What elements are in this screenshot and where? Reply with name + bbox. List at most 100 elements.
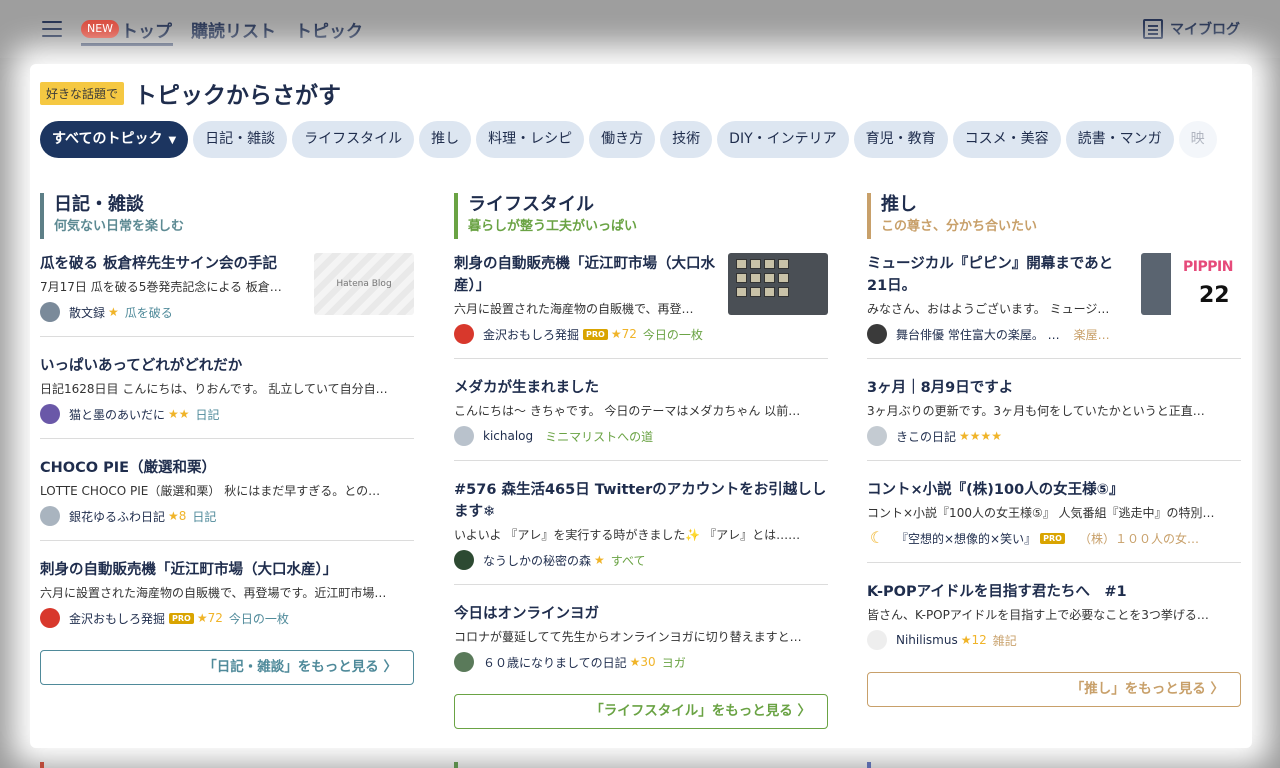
list-item[interactable]: コント×小説『(株)100人の女王様⑤』 コント×小説『100人の女王様⑤』 人… — [867, 479, 1241, 563]
blog-name[interactable]: なうしかの秘密の森 — [483, 552, 591, 569]
avatar — [867, 630, 887, 650]
entry-excerpt: いよいよ 『アレ』を実行する時がきました✨ 『アレ』とは…… — [454, 528, 801, 542]
chip-books[interactable]: 読書・マンガ — [1065, 121, 1174, 158]
avatar — [454, 550, 474, 570]
entry-category[interactable]: 今日の一枚 — [229, 610, 289, 627]
list-item[interactable]: ミュージカル『ピピン』開幕まであと21日。 みなさん、おはようございます。 ミュ… — [867, 253, 1241, 359]
entry-excerpt: 日記1628日目 こんにちは、りおんです。 乱立していて自分自… — [40, 382, 388, 396]
list-item[interactable]: 刺身の自動販売機「近江町市場（大口水産）」 六月に設置された海産物の自販機で、再… — [454, 253, 828, 359]
list-item[interactable]: CHOCO PIE（厳選和栗） LOTTE CHOCO PIE（厳選和栗） 秋に… — [40, 457, 414, 541]
entry-title[interactable]: CHOCO PIE（厳選和栗） — [40, 457, 414, 479]
list-item[interactable]: 3ヶ月｜8月9日ですよ 3ヶ月ぶりの更新です。3ヶ月も何をしていたかというと正直… — [867, 377, 1241, 461]
avatar — [40, 302, 60, 322]
chip-tech[interactable]: 技術 — [660, 121, 713, 158]
avatar — [867, 426, 887, 446]
list-item[interactable]: 刺身の自動販売機「近江町市場（大口水産）」 六月に設置された海産物の自販機で、再… — [40, 559, 414, 642]
tab-reading-list[interactable]: 購読リスト — [191, 17, 276, 42]
thumbnail-label: Hatena Blog — [336, 279, 392, 289]
entry-meta: 金沢おもしろ発掘 PRO ★72 今日の一枚 — [454, 324, 716, 344]
my-blog-label: マイブログ — [1170, 22, 1240, 38]
entry-category[interactable]: 瓜を破る — [125, 304, 173, 321]
blog-name[interactable]: 舞台俳優 常住富大の楽屋。 … — [896, 326, 1060, 343]
entry-category[interactable]: 今日の一枚 — [643, 326, 703, 343]
chip-all-topics[interactable]: すべてのトピック ▼ — [40, 121, 189, 158]
chip-work[interactable]: 働き方 — [589, 121, 656, 158]
entry-category[interactable]: （株）１００人の女… — [1079, 530, 1199, 547]
star-count: ★★★★ — [959, 429, 1003, 443]
entry-category[interactable]: 雑記 — [993, 632, 1017, 649]
chip-movie[interactable]: 映 — [1178, 121, 1217, 158]
more-diary-button[interactable]: 「日記・雑談」をもっと見る 〉 — [40, 650, 414, 685]
entry-category[interactable]: 日記 — [192, 508, 216, 525]
avatar — [867, 324, 887, 344]
chip-lifestyle[interactable]: ライフスタイル — [292, 121, 415, 158]
entry-thumbnail[interactable] — [728, 253, 828, 315]
entry-meta: Nihilismus ★12 雑記 — [867, 630, 1241, 650]
entry-title[interactable]: 刺身の自動販売機「近江町市場（大口水産）」 — [454, 253, 716, 297]
blog-name[interactable]: 銀花ゆるふわ日記 — [69, 508, 165, 525]
more-lifestyle-button[interactable]: 「ライフスタイル」をもっと見る 〉 — [454, 694, 828, 729]
chip-cosme[interactable]: コスメ・美容 — [952, 121, 1061, 158]
star-count: ★72 — [610, 327, 637, 341]
entry-meta: 舞台俳優 常住富大の楽屋。 … 楽屋… — [867, 324, 1129, 344]
chip-oshi[interactable]: 推し — [419, 121, 472, 158]
entry-title[interactable]: コント×小説『(株)100人の女王様⑤』 — [867, 479, 1241, 501]
entry-title[interactable]: #576 森生活465日 Twitterのアカウントをお引越しします❄ — [454, 479, 828, 523]
blog-name[interactable]: 『空想的×想像的×笑い』 — [896, 530, 1036, 547]
blog-name[interactable]: 猫と墨のあいだに — [69, 406, 165, 423]
entry-thumbnail[interactable]: PIPPIN 22 — [1141, 253, 1241, 315]
entry-category[interactable]: すべて — [611, 552, 646, 569]
column-header: 推し この尊さ、分かち合いたい — [867, 193, 1241, 239]
chip-diary[interactable]: 日記・雑談 — [193, 121, 288, 158]
entry-meta: 金沢おもしろ発掘 PRO ★72 今日の一枚 — [40, 608, 414, 628]
chip-parenting[interactable]: 育児・教育 — [853, 121, 948, 158]
list-item[interactable]: いっぱいあってどれがどれだか 日記1628日目 こんにちは、りおんです。 乱立し… — [40, 355, 414, 439]
entry-meta: ６０歳になりましての日記 ★30 ヨガ — [454, 652, 828, 672]
entry-meta: kichalog ミニマリストへの道 — [454, 426, 828, 446]
entry-category[interactable]: ミニマリストへの道 — [545, 428, 653, 445]
my-blog-link[interactable]: マイブログ — [1143, 19, 1240, 39]
star-count: ★ — [594, 553, 605, 567]
entry-title[interactable]: ミュージカル『ピピン』開幕まであと21日。 — [867, 253, 1129, 297]
blog-name[interactable]: 金沢おもしろ発掘 — [69, 610, 165, 627]
entry-title[interactable]: 瓜を破る 板倉梓先生サイン会の手記 — [40, 253, 302, 275]
entry-title[interactable]: K-POPアイドルを目指す君たちへ #1 — [867, 581, 1241, 603]
chip-cooking[interactable]: 料理・レシピ — [476, 121, 585, 158]
column-header: ライフスタイル 暮らしが整う工夫がいっぱい — [454, 193, 828, 239]
list-item[interactable]: 瓜を破る 板倉梓先生サイン会の手記 7月17日 瓜を破る5巻発売記念による 板倉… — [40, 253, 414, 337]
blog-name[interactable]: Nihilismus — [896, 633, 958, 647]
next-section-edge — [867, 762, 871, 768]
list-item[interactable]: 今日はオンラインヨガ コロナが蔓延してて先生からオンラインヨガに切り替えますと…… — [454, 603, 828, 686]
entry-excerpt: 六月に設置された海産物の自販機で、再登… — [454, 302, 694, 316]
entry-title[interactable]: いっぱいあってどれがどれだか — [40, 355, 414, 377]
chip-diy[interactable]: DIY・インテリア — [717, 121, 849, 158]
entry-category[interactable]: 日記 — [196, 406, 220, 423]
blog-name[interactable]: kichalog — [483, 429, 533, 443]
entry-category[interactable]: 楽屋… — [1074, 326, 1110, 343]
entry-title[interactable]: メダカが生まれました — [454, 377, 828, 399]
avatar — [40, 404, 60, 424]
tab-top[interactable]: トップ — [121, 17, 172, 42]
star-count: ★ — [108, 305, 119, 319]
entry-excerpt: コント×小説『100人の女王様⑤』 人気番組『逃走中』の特別… — [867, 506, 1215, 520]
list-item[interactable]: メダカが生まれました こんにちは〜 きちゃです。 今日のテーマはメダカちゃん 以… — [454, 377, 828, 461]
blog-name[interactable]: 金沢おもしろ発掘 — [483, 326, 579, 343]
star-count: ★12 — [960, 633, 987, 647]
global-header: NEW トップ 購読リスト トピック マイブログ — [0, 0, 1280, 58]
blog-name[interactable]: ６０歳になりましての日記 — [483, 654, 627, 671]
entry-thumbnail[interactable]: Hatena Blog — [314, 253, 414, 315]
star-count: ★8 — [168, 509, 187, 523]
column-title: 推し — [881, 194, 917, 215]
hamburger-menu-icon[interactable] — [42, 21, 62, 37]
entry-category[interactable]: ヨガ — [662, 654, 686, 671]
entry-title[interactable]: 今日はオンラインヨガ — [454, 603, 828, 625]
list-item[interactable]: #576 森生活465日 Twitterのアカウントをお引越しします❄ いよいよ… — [454, 479, 828, 585]
tab-topic[interactable]: トピック — [295, 17, 363, 42]
entry-title[interactable]: 刺身の自動販売機「近江町市場（大口水産）」 — [40, 559, 414, 581]
blog-name[interactable]: きこの日記 — [896, 428, 956, 445]
list-item[interactable]: K-POPアイドルを目指す君たちへ #1 皆さん、K-POPアイドルを目指す上で… — [867, 581, 1241, 664]
column-diary: 日記・雑談 何気ない日常を楽しむ 瓜を破る 板倉梓先生サイン会の手記 7月17日… — [40, 193, 414, 685]
more-oshi-button[interactable]: 「推し」をもっと見る 〉 — [867, 672, 1241, 707]
blog-name[interactable]: 散文録 — [69, 304, 105, 321]
entry-title[interactable]: 3ヶ月｜8月9日ですよ — [867, 377, 1241, 399]
